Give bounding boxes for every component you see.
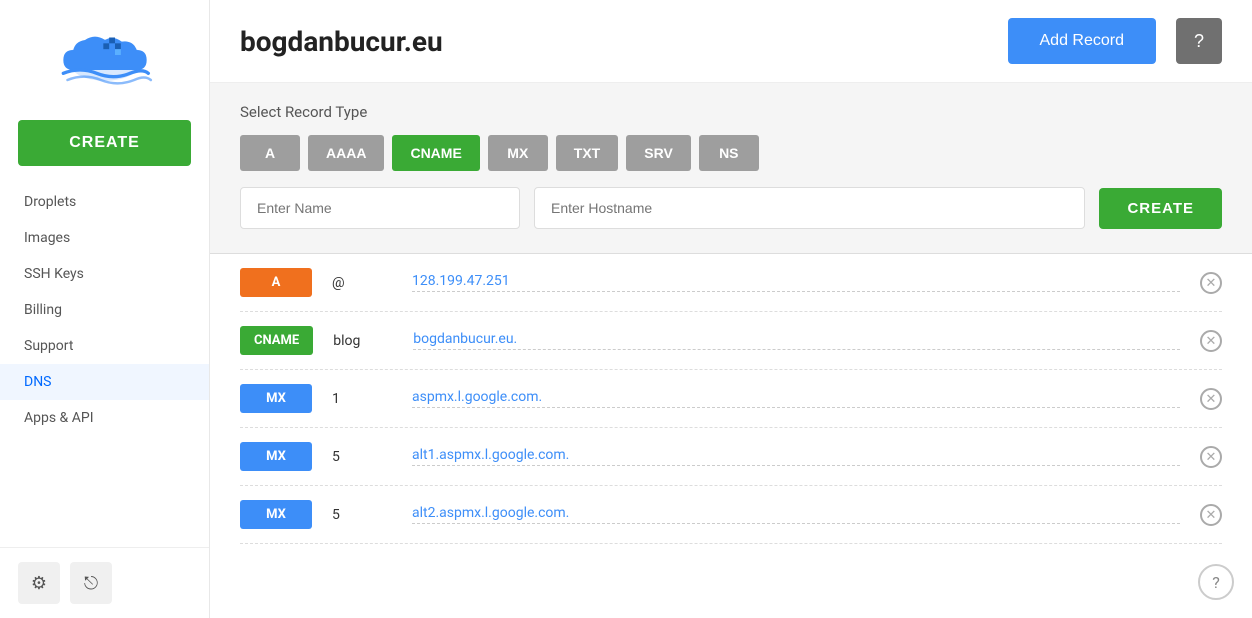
sidebar: CREATE Droplets Images SSH Keys Billing …: [0, 0, 210, 618]
delete-record-button[interactable]: ✕: [1200, 504, 1222, 526]
sidebar-item-apps-api[interactable]: Apps & API: [0, 400, 209, 436]
record-value: 128.199.47.251: [412, 273, 1180, 292]
record-type-ns[interactable]: NS: [699, 135, 759, 171]
sidebar-item-billing[interactable]: Billing: [0, 292, 209, 328]
main-content: bogdanbucur.eu Add Record ? Select Recor…: [210, 0, 1252, 618]
record-type-srv[interactable]: SRV: [626, 135, 691, 171]
close-icon: ✕: [1200, 446, 1222, 468]
sidebar-item-images[interactable]: Images: [0, 220, 209, 256]
record-type-mx[interactable]: MX: [488, 135, 548, 171]
sidebar-footer: ⚙ ⎋: [0, 547, 209, 618]
table-row: CNAME blog bogdanbucur.eu. ✕: [240, 312, 1222, 370]
help-button[interactable]: ?: [1176, 18, 1222, 64]
table-row: MX 5 alt2.aspmx.l.google.com. ✕: [240, 486, 1222, 544]
records-list: A @ 128.199.47.251 ✕ CNAME blog bogdanbu…: [210, 254, 1252, 618]
record-type-a[interactable]: A: [240, 135, 300, 171]
sidebar-item-ssh-keys[interactable]: SSH Keys: [0, 256, 209, 292]
record-type-badge: A: [240, 268, 312, 297]
record-type-badge: CNAME: [240, 326, 313, 355]
help-circle-bottom[interactable]: ?: [1198, 564, 1234, 600]
record-type-txt[interactable]: TXT: [556, 135, 618, 171]
select-record-type-label: Select Record Type: [240, 103, 1222, 121]
delete-record-button[interactable]: ✕: [1200, 272, 1222, 294]
record-name: @: [332, 275, 392, 291]
table-row: MX 1 aspmx.l.google.com. ✕: [240, 370, 1222, 428]
record-value: bogdanbucur.eu.: [413, 331, 1180, 350]
record-value: alt2.aspmx.l.google.com.: [412, 505, 1180, 524]
help-icon: ?: [1194, 31, 1204, 52]
close-icon: ✕: [1200, 330, 1222, 352]
name-input[interactable]: [240, 187, 520, 229]
close-icon: ✕: [1200, 388, 1222, 410]
record-name: blog: [333, 333, 393, 349]
record-type-aaaa[interactable]: AAAA: [308, 135, 384, 171]
logout-button[interactable]: ⎋: [70, 562, 112, 604]
record-name: 5: [332, 507, 392, 523]
close-icon: ✕: [1200, 504, 1222, 526]
header: bogdanbucur.eu Add Record ?: [210, 0, 1252, 83]
hostname-input[interactable]: [534, 187, 1085, 229]
create-record-button[interactable]: CREATE: [1099, 188, 1222, 229]
record-type-buttons: A AAAA CNAME MX TXT SRV NS: [240, 135, 1222, 171]
table-row: A @ 128.199.47.251 ✕: [240, 254, 1222, 312]
sidebar-nav: Droplets Images SSH Keys Billing Support…: [0, 184, 209, 436]
create-sidebar-button[interactable]: CREATE: [18, 120, 191, 166]
record-value: aspmx.l.google.com.: [412, 389, 1180, 408]
delete-record-button[interactable]: ✕: [1200, 446, 1222, 468]
logo-area: [0, 0, 209, 120]
logo-icon: [55, 25, 155, 95]
table-row: MX 5 alt1.aspmx.l.google.com. ✕: [240, 428, 1222, 486]
gear-icon: ⚙: [31, 573, 47, 594]
record-name: 5: [332, 449, 392, 465]
delete-record-button[interactable]: ✕: [1200, 330, 1222, 352]
logout-icon: ⎋: [84, 573, 98, 594]
delete-record-button[interactable]: ✕: [1200, 388, 1222, 410]
record-value: alt1.aspmx.l.google.com.: [412, 447, 1180, 466]
domain-title: bogdanbucur.eu: [240, 25, 988, 58]
record-type-badge: MX: [240, 500, 312, 529]
sidebar-item-support[interactable]: Support: [0, 328, 209, 364]
sidebar-item-dns[interactable]: DNS: [0, 364, 209, 400]
help-circle-icon: ?: [1212, 573, 1220, 592]
record-name: 1: [332, 391, 392, 407]
add-record-button[interactable]: Add Record: [1008, 18, 1157, 64]
record-form-area: Select Record Type A AAAA CNAME MX TXT S…: [210, 83, 1252, 254]
close-icon: ✕: [1200, 272, 1222, 294]
settings-button[interactable]: ⚙: [18, 562, 60, 604]
record-type-cname[interactable]: CNAME: [392, 135, 479, 171]
record-type-badge: MX: [240, 442, 312, 471]
sidebar-item-droplets[interactable]: Droplets: [0, 184, 209, 220]
form-row: CREATE: [240, 187, 1222, 229]
record-type-badge: MX: [240, 384, 312, 413]
